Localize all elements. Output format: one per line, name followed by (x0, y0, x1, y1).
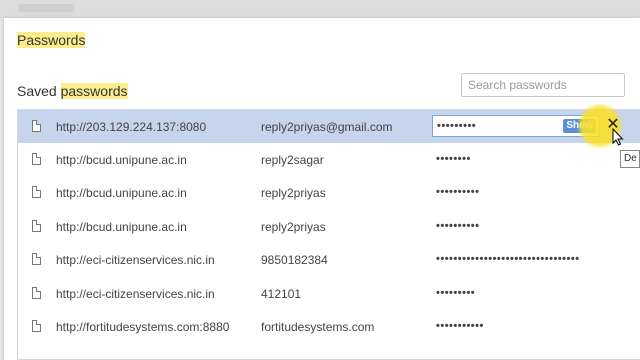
mouse-pointer-icon (612, 128, 624, 146)
saved-passwords-heading: Saved passwords (17, 83, 128, 99)
password-row[interactable]: http://bcud.unipune.ac.in reply2sagar ••… (18, 143, 640, 176)
username: reply2sagar (261, 153, 324, 167)
page-icon (32, 287, 41, 299)
password-masked: •••••••• (436, 153, 471, 165)
saved-passwords-list: http://203.129.224.137:8080 reply2priyas… (17, 109, 640, 360)
password-masked: •••••••••• (436, 220, 480, 232)
page-title: Passwords (17, 32, 86, 48)
password-row[interactable]: http://203.129.224.137:8080 reply2priyas… (18, 110, 640, 143)
saved-heading-prefix: Saved (17, 83, 61, 99)
site-url: http://eci-citizenservices.nic.in (56, 253, 215, 267)
page-icon (32, 253, 41, 265)
password-row[interactable]: http://fortitudesystems.com:8880 fortitu… (18, 310, 640, 343)
page-icon (32, 153, 41, 165)
password-masked: ••••••••••••••••••••••••••••••••• (436, 253, 580, 265)
password-masked: ••••••••• (436, 287, 476, 299)
username: 412101 (261, 287, 302, 301)
site-url: http://eci-citizenservices.nic.in (56, 287, 215, 301)
username: reply2priyas (261, 220, 326, 234)
site-url: http://fortitudesystems.com:8880 (56, 320, 230, 334)
password-masked: ••••••••• (437, 120, 477, 132)
password-masked: ••••••••••• (436, 320, 484, 332)
password-row[interactable]: http://bcud.unipune.ac.in reply2priyas •… (18, 210, 640, 243)
site-url: http://bcud.unipune.ac.in (56, 220, 187, 234)
username: fortitudesystems.com (261, 320, 375, 334)
page-icon (32, 320, 41, 332)
passwords-panel: Passwords Saved passwords http://203.129… (4, 18, 640, 360)
site-url: http://bcud.unipune.ac.in (56, 153, 187, 167)
password-field[interactable]: ••••••••• Show (432, 115, 600, 137)
password-row[interactable]: http://bcud.unipune.ac.in reply2priyas •… (18, 176, 640, 209)
saved-heading-highlight: passwords (60, 83, 128, 99)
password-row[interactable]: http://eci-citizenservices.nic.in 985018… (18, 243, 640, 276)
username: reply2priyas (261, 186, 326, 200)
username: reply2priyas@gmail.com (261, 120, 393, 134)
browser-top-strip (0, 0, 640, 18)
page-title-text: Passwords (17, 32, 86, 48)
site-url: http://bcud.unipune.ac.in (56, 186, 187, 200)
username: 9850182384 (261, 253, 328, 267)
page-icon (32, 220, 41, 232)
password-masked: •••••••••• (436, 186, 480, 198)
password-row[interactable]: http://eci-citizenservices.nic.in 412101… (18, 277, 640, 310)
delete-tooltip: De (620, 150, 640, 168)
top-strip-text (18, 4, 74, 12)
page-icon (32, 120, 41, 132)
page-icon (32, 186, 41, 198)
search-passwords-input[interactable] (461, 73, 625, 97)
site-url: http://203.129.224.137:8080 (56, 120, 207, 134)
